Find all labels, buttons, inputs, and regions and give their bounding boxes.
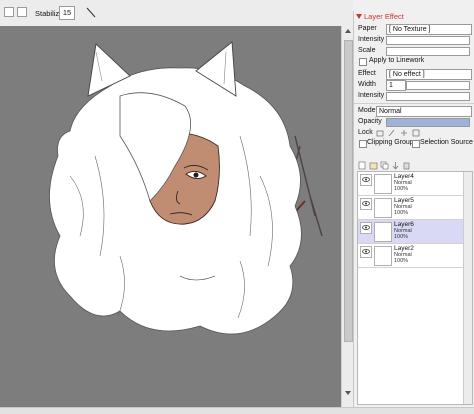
clipping-group-checkbox[interactable] [359,140,367,148]
effect-intensity-label: Intensity [358,92,385,99]
paper-intensity-slider[interactable] [386,36,470,45]
visibility-toggle[interactable] [360,198,372,210]
scale-label: Scale [358,47,376,54]
width-label: Width [358,81,376,88]
lock-icons[interactable] [376,128,424,138]
scroll-down-icon[interactable] [345,391,351,395]
layer-opacity: 100% [394,258,409,264]
layer-list-scrollbar[interactable] [463,172,472,404]
scale-slider[interactable] [386,47,470,56]
line-tool-icon[interactable] [86,6,96,18]
layer-panel: Layer Effect Paper [ No Texture ] Intens… [353,11,474,407]
width-value[interactable]: 1 [386,80,406,91]
visibility-toggle[interactable] [360,174,372,186]
layer-row[interactable]: Layer2 Normal 100% [358,244,472,268]
mode-label: Mode [358,107,376,114]
artwork-illustration[interactable] [0,26,341,407]
blend-mode-select[interactable]: Normal [376,106,472,117]
layer-name: Layer5 [394,197,414,204]
lock-label: Lock [358,129,373,136]
layer-name: Layer4 [394,173,414,180]
layer-thumbnail [374,246,392,266]
opacity-slider[interactable] [386,118,470,127]
eye-icon [362,201,370,206]
layer-effect-title: Layer Effect [364,12,404,21]
layer-effect-header[interactable]: Layer Effect [354,11,474,23]
layer-name: Layer2 [394,245,414,252]
brush-toolbar: Stabilizer 15 [0,0,353,27]
selection-source-checkbox[interactable] [412,140,420,148]
layer-thumbnail [374,174,392,194]
paper-select[interactable]: [ No Texture ] [386,24,472,35]
effect-intensity-slider[interactable] [386,92,470,101]
paper-intensity-label: Intensity [358,36,385,43]
width-slider[interactable] [406,81,470,90]
divider [354,103,474,104]
delete-layer-icon[interactable] [402,161,411,170]
layer-thumbnail [374,198,392,218]
clipping-group-label: Clipping Group [367,139,414,146]
layer-list: Layer4 Normal 100% Layer5 Normal 100% La… [357,171,473,405]
apply-to-linework-checkbox[interactable] [359,58,367,66]
apply-to-linework-label: Apply to Linework [369,57,425,64]
copy-layer-icon[interactable] [380,161,389,170]
layer-row[interactable]: Layer4 Normal 100% [358,172,472,196]
collapse-triangle-icon[interactable] [356,14,362,19]
eye-icon [362,225,370,230]
lock-pixels-icon [376,130,384,137]
lock-transparency-icon [412,129,420,137]
layer-name: Layer6 [394,221,414,228]
layer-thumbnail [374,222,392,242]
visibility-toggle[interactable] [360,222,372,234]
new-layer-icon[interactable] [358,161,367,170]
merge-layer-icon[interactable] [391,161,400,170]
layer-row[interactable]: Layer5 Normal 100% [358,196,472,220]
canvas[interactable] [0,26,341,407]
effect-label: Effect [358,70,376,77]
layer-opacity: 100% [394,186,409,192]
eye-icon [362,177,370,182]
color-swatch-primary[interactable] [4,7,14,17]
scroll-up-icon[interactable] [345,29,351,33]
scrollbar-thumb[interactable] [344,40,353,342]
selection-source-label: Selection Source [420,139,473,146]
new-layer-set-icon[interactable] [369,161,378,170]
layer-opacity: 100% [394,210,409,216]
paper-label: Paper [358,25,377,32]
opacity-label: Opacity [358,118,382,125]
lock-paint-icon [388,129,395,137]
layer-opacity: 100% [394,234,409,240]
visibility-toggle[interactable] [360,246,372,258]
layer-row-selected[interactable]: Layer6 Normal 100% [358,220,472,244]
stabilizer-value[interactable]: 15 [59,6,75,20]
effect-select[interactable]: [ No effect ] [386,69,472,80]
lock-move-icon [401,130,407,136]
color-swatch-secondary[interactable] [17,7,27,17]
eye-icon [362,249,370,254]
